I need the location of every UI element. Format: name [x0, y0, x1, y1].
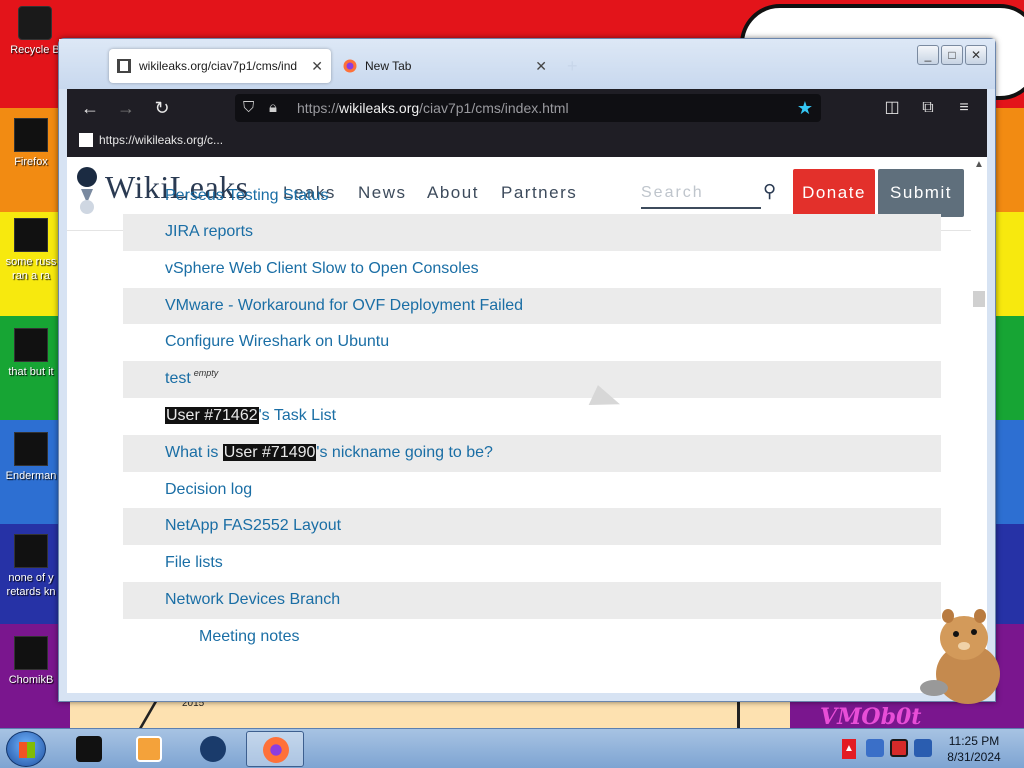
tab-new-tab[interactable]: New Tab ✕ [335, 49, 555, 83]
firefox-icon [14, 118, 48, 152]
taskbar-media-player[interactable] [120, 731, 178, 767]
windows-logo-icon [19, 742, 35, 758]
file-icon [14, 218, 48, 252]
taskbar-app-3[interactable] [184, 731, 242, 767]
forward-arrow-icon[interactable]: → [115, 97, 137, 119]
start-button[interactable] [6, 731, 46, 767]
hamster-sticker-icon [920, 609, 1000, 704]
list-item[interactable]: test empty [123, 361, 941, 398]
list-item[interactable]: What is User #71490's nickname going to … [123, 434, 941, 472]
shield-icon[interactable]: ⛉ [243, 98, 254, 118]
desktop-icon-chomik[interactable]: ChomikB [0, 636, 62, 687]
recycle-bin-icon [18, 6, 52, 40]
list-item[interactable]: vSphere Web Client Slow to Open Consoles [123, 251, 941, 288]
tray-icon-2[interactable] [890, 739, 908, 757]
list-item[interactable]: File lists [123, 545, 941, 582]
wikileaks-logo-icon[interactable] [73, 163, 101, 215]
globe-icon [200, 736, 226, 762]
app-icon [76, 736, 102, 762]
network-icon[interactable] [914, 739, 932, 757]
firefox-icon [343, 59, 357, 73]
taskbar-app-1[interactable] [60, 731, 118, 767]
taskbar-firefox[interactable] [246, 731, 304, 767]
desktop-icon-file-2[interactable]: that but it [0, 328, 62, 379]
scroll-up-icon[interactable]: ▲ [971, 157, 987, 173]
web-page: WikiLeaks Leaks News About Partners ⚲ Do… [67, 157, 971, 693]
file-icon [14, 636, 48, 670]
taskbar: ▲ 11:25 PM 8/31/2024 [0, 728, 1024, 768]
list-item[interactable]: Configure Wireshark on Ubuntu [123, 324, 941, 361]
list-item[interactable]: Decision log [123, 472, 941, 509]
extensions-icon[interactable]: ⧉ [917, 97, 939, 119]
redacted-username: User #71490 [222, 443, 317, 461]
scroll-thumb[interactable] [973, 291, 985, 307]
tab-bar: wikileaks.org/ciav7p1/cms/ind ✕ New Tab … [59, 39, 995, 89]
empty-label: empty [193, 368, 219, 379]
tab-label: wikileaks.org/ciav7p1/cms/ind [139, 59, 298, 73]
tray-expand-icon[interactable]: ▲ [842, 739, 856, 759]
bookmarks-toolbar: https://wikileaks.org/c... [67, 127, 987, 157]
browser-window: wikileaks.org/ciav7p1/cms/ind ✕ New Tab … [58, 38, 996, 702]
desktop-icon-recycle-bin[interactable]: Recycle B [4, 6, 66, 57]
tab-wikileaks[interactable]: wikileaks.org/ciav7p1/cms/ind ✕ [109, 49, 331, 83]
tray-icon-1[interactable] [866, 739, 884, 757]
tab-label: New Tab [365, 59, 412, 73]
wallpaper-text: VMOb0t [820, 704, 922, 728]
file-icon [14, 328, 48, 362]
desktop-icon-firefox[interactable]: Firefox [0, 118, 62, 169]
navigation-toolbar: ← → ↻ ⛉ 🔒︎ https://wikileaks.org/ciav7p1… [67, 89, 987, 127]
desktop-icon-file-3[interactable]: none of y retards kn [0, 534, 62, 599]
media-player-icon [136, 736, 162, 762]
new-tab-button[interactable]: + [567, 56, 578, 77]
list-item[interactable]: NetApp FAS2552 Layout [123, 508, 941, 546]
list-item[interactable]: Meeting notes [123, 619, 941, 656]
lock-icon[interactable]: 🔒︎ [269, 98, 277, 118]
pocket-icon[interactable]: ◫ [881, 97, 903, 119]
desktop-icon-enderman[interactable]: Enderman [0, 432, 62, 483]
wikileaks-favicon-icon [79, 133, 93, 147]
list-item[interactable]: JIRA reports [123, 214, 941, 251]
close-window-button[interactable]: ✕ [965, 45, 987, 65]
url-text[interactable]: https://wikileaks.org/ciav7p1/cms/index.… [297, 100, 569, 116]
system-clock[interactable]: 11:25 PM 8/31/2024 [936, 733, 1012, 765]
wikileaks-favicon-icon [117, 59, 131, 73]
list-item[interactable]: Perseus Testing Status [123, 188, 941, 214]
list-item[interactable]: User #71462's Task List [123, 398, 941, 435]
back-arrow-icon[interactable]: ← [79, 97, 101, 119]
bookmark-item[interactable]: https://wikileaks.org/c... [79, 133, 223, 147]
close-tab-icon[interactable]: ✕ [311, 49, 323, 83]
file-icon [14, 432, 48, 466]
minimize-button[interactable]: _ [917, 45, 939, 65]
reload-icon[interactable]: ↻ [151, 97, 173, 119]
url-bar[interactable]: ⛉ 🔒︎ https://wikileaks.org/ciav7p1/cms/i… [235, 94, 821, 122]
list-item[interactable]: Network Devices Branch [123, 581, 941, 619]
close-tab-icon[interactable]: ✕ [535, 49, 547, 83]
file-icon [14, 534, 48, 568]
document-list: Perseus Testing Status JIRA reports vSph… [123, 188, 941, 656]
desktop-icon-file-1[interactable]: some russ ran a ra [0, 218, 62, 283]
bookmark-star-icon[interactable]: ★ [797, 97, 813, 119]
maximize-button[interactable]: □ [941, 45, 963, 65]
list-item[interactable]: VMware - Workaround for OVF Deployment F… [123, 287, 941, 325]
redacted-username: User #71462 [165, 406, 259, 424]
firefox-icon [263, 737, 289, 763]
menu-icon[interactable]: ≡ [953, 97, 975, 119]
